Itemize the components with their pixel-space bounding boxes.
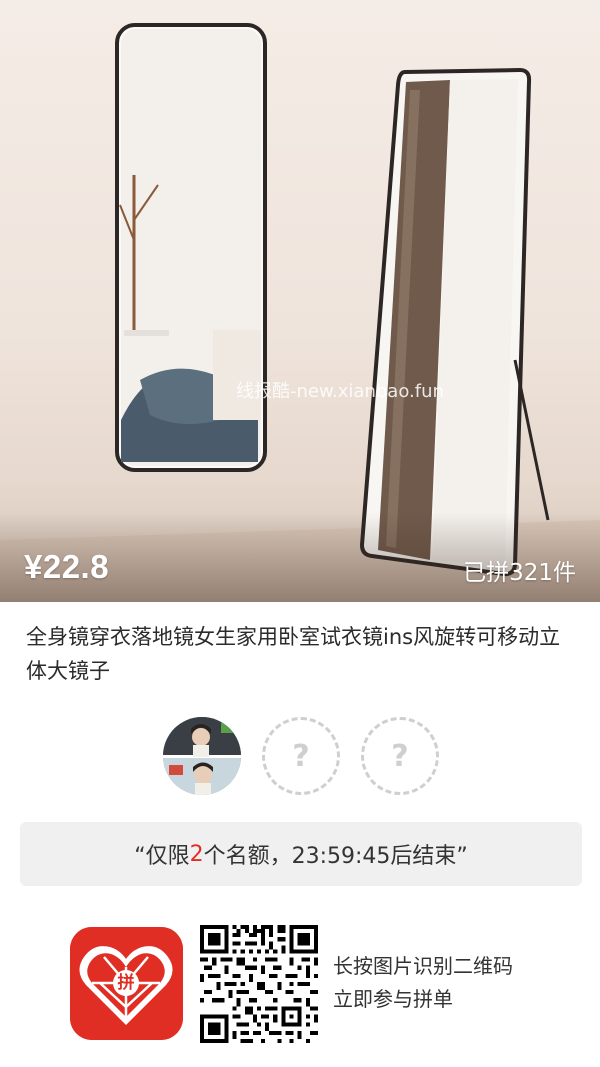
hint-line-2: 立即参与拼单 <box>333 987 453 1011</box>
avatar-photo <box>163 717 241 795</box>
quota-prefix: “仅限 <box>134 844 190 869</box>
sold-count: 已拼321件 <box>463 560 576 586</box>
product-title[interactable]: 全身镜穿衣落地镜女生家用卧室试衣镜ins风旋转可移动立体大镜子 <box>26 620 578 688</box>
quota-suffix: 个名额，23:59:45后结束” <box>203 844 468 869</box>
share-hint: 长按图片识别二维码 立即参与拼单 <box>333 950 513 1016</box>
product-price: ¥22.8 <box>24 548 110 585</box>
quota-banner: “仅限 2 个名额，23:59:45后结束” <box>20 822 582 886</box>
empty-slot-1: ? <box>262 717 340 795</box>
question-mark-icon: ? <box>292 738 310 774</box>
qr-code-icon <box>200 925 318 1043</box>
quota-count: 2 <box>189 841 204 867</box>
question-mark-icon: ? <box>391 738 409 774</box>
qr-code[interactable] <box>200 925 318 1043</box>
group-leader-avatar[interactable] <box>163 717 241 795</box>
hint-line-1: 长按图片识别二维码 <box>333 954 513 978</box>
logo-text: 拼 <box>117 973 135 993</box>
pinduoduo-logo: 拼 <box>70 927 183 1040</box>
watermark: 线报酷-new.xianbao.fun <box>236 381 444 402</box>
product-image: 线报酷-new.xianbao.fun ¥22.8 已拼321件 <box>0 0 600 602</box>
empty-slot-2: ? <box>361 717 439 795</box>
